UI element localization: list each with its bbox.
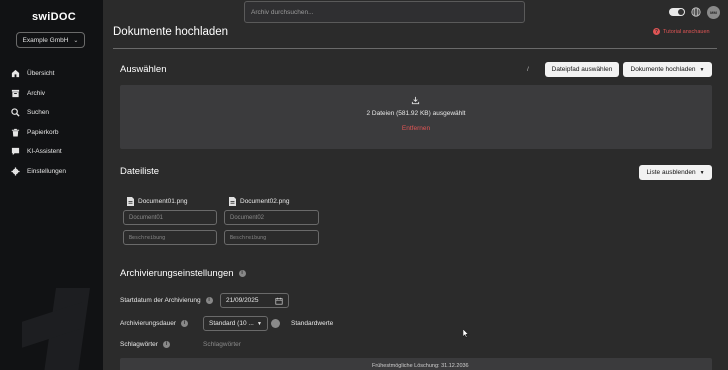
chevron-down-icon: ▼ bbox=[257, 320, 262, 327]
file-item: Document01.png bbox=[127, 197, 188, 206]
default-values-label: Standardwerte bbox=[291, 320, 334, 327]
file-icon bbox=[127, 197, 134, 206]
label-text: Schlagwörter bbox=[120, 341, 158, 348]
section-title-text: Archivierungseinstellungen bbox=[120, 268, 234, 279]
earliest-deletion-bar: Frühestmögliche Löschung: 31.12.2036 bbox=[120, 358, 712, 370]
duration-select[interactable]: Standard (10 ... ▼ bbox=[203, 316, 268, 331]
trash-icon bbox=[11, 128, 20, 137]
button-label: Dokumente hochladen bbox=[630, 66, 696, 73]
sidebar-nav: Übersicht Archiv Suchen Papierkorb KI-As… bbox=[0, 64, 103, 181]
divider bbox=[113, 48, 717, 49]
selected-path: / bbox=[527, 66, 529, 73]
sidebar-item-search[interactable]: Suchen bbox=[0, 103, 103, 123]
sidebar-item-ai-assistant[interactable]: KI-Assistent bbox=[0, 142, 103, 162]
chevron-down-icon: ▼ bbox=[699, 169, 705, 176]
tutorial-link[interactable]: ? Tutorial anschauen bbox=[653, 28, 710, 35]
chevron-down-icon: ⌄ bbox=[73, 37, 79, 44]
start-date-label: Startdatum der Archivierung i bbox=[120, 297, 213, 304]
download-icon bbox=[411, 96, 420, 105]
document-title-input[interactable]: Document02 bbox=[224, 210, 319, 225]
info-icon[interactable]: i bbox=[162, 341, 170, 348]
sidebar-item-overview[interactable]: Übersicht bbox=[0, 64, 103, 84]
date-value: 21/09/2025 bbox=[226, 297, 259, 304]
sidebar-item-trash[interactable]: Papierkorb bbox=[0, 123, 103, 143]
archive-icon bbox=[11, 89, 20, 97]
company-name: Example GmbH bbox=[22, 36, 69, 44]
keywords-label: Schlagwörter i bbox=[120, 341, 170, 348]
label-text: Archivierungsdauer bbox=[120, 320, 177, 327]
button-label: Liste ausblenden bbox=[646, 169, 696, 176]
earliest-deletion-text: Frühestmögliche Löschung: 31.12.2036 bbox=[372, 363, 469, 369]
gear-icon bbox=[11, 167, 20, 176]
selection-summary: 2 Dateien (581.92 KB) ausgewählt bbox=[366, 110, 466, 117]
keywords-input[interactable]: Schlagwörter bbox=[203, 341, 241, 348]
button-label: Dateipfad auswählen bbox=[551, 66, 613, 73]
sidebar-item-archive[interactable]: Archiv bbox=[0, 84, 103, 104]
info-icon[interactable]: i bbox=[238, 270, 246, 277]
search-placeholder: Archiv durchsuchen... bbox=[251, 9, 314, 16]
sidebar-item-settings[interactable]: Einstellungen bbox=[0, 162, 103, 182]
mouse-cursor-icon bbox=[463, 329, 469, 338]
app-logo: swiDOC bbox=[32, 11, 76, 23]
section-title-archive-settings: Archivierungseinstellungen i bbox=[120, 268, 246, 279]
file-name: Document01.png bbox=[138, 198, 188, 205]
sidebar-item-label: Suchen bbox=[27, 109, 50, 117]
remove-link[interactable]: Entfernen bbox=[120, 125, 712, 132]
document-description-input[interactable]: Beschreibung bbox=[123, 230, 217, 245]
section-title-file-list: Dateiliste bbox=[120, 166, 160, 177]
file-icon bbox=[229, 197, 236, 206]
label-text: Startdatum der Archivierung bbox=[120, 297, 201, 304]
avatar[interactable]: MM bbox=[707, 6, 720, 19]
start-date-input[interactable]: 21/09/2025 bbox=[220, 293, 289, 308]
theme-toggle[interactable] bbox=[669, 8, 685, 16]
home-icon bbox=[11, 70, 20, 78]
file-dropzone[interactable] bbox=[120, 85, 712, 149]
select-filepath-button[interactable]: Dateipfad auswählen bbox=[545, 62, 619, 77]
chat-icon bbox=[11, 148, 20, 156]
sidebar-item-label: Papierkorb bbox=[27, 128, 59, 136]
default-values-toggle[interactable] bbox=[271, 319, 280, 328]
section-title-select: Auswählen bbox=[120, 64, 167, 75]
page-title: Dokumente hochladen bbox=[113, 26, 229, 38]
duration-label: Archivierungsdauer i bbox=[120, 320, 189, 327]
company-selector[interactable]: Example GmbH ⌄ bbox=[16, 32, 85, 48]
tutorial-label: Tutorial anschauen bbox=[663, 28, 710, 35]
info-icon[interactable]: i bbox=[181, 320, 189, 327]
calendar-icon[interactable] bbox=[275, 297, 283, 305]
document-description-input[interactable]: Beschreibung bbox=[224, 230, 319, 245]
chevron-down-icon: ▼ bbox=[699, 66, 705, 73]
select-value: Standard (10 ... bbox=[209, 320, 254, 327]
search-input[interactable]: Archiv durchsuchen... bbox=[244, 1, 525, 23]
sidebar-item-label: Übersicht bbox=[27, 70, 55, 78]
help-icon: ? bbox=[653, 28, 660, 35]
globe-icon[interactable] bbox=[691, 7, 701, 17]
sidebar-item-label: Archiv bbox=[27, 89, 46, 97]
file-item: Document02.png bbox=[229, 197, 290, 206]
search-icon bbox=[11, 108, 20, 117]
upload-documents-button[interactable]: Dokumente hochladen ▼ bbox=[623, 62, 712, 77]
hide-list-button[interactable]: Liste ausblenden ▼ bbox=[639, 165, 712, 180]
file-name: Document02.png bbox=[240, 198, 290, 205]
document-title-input[interactable]: Document01 bbox=[123, 210, 217, 225]
info-icon[interactable]: i bbox=[205, 297, 213, 304]
sidebar-item-label: Einstellungen bbox=[27, 167, 67, 175]
sidebar-item-label: KI-Assistent bbox=[27, 148, 62, 156]
sidebar: swiDOC Example GmbH ⌄ Übersicht Archiv S… bbox=[0, 0, 103, 370]
